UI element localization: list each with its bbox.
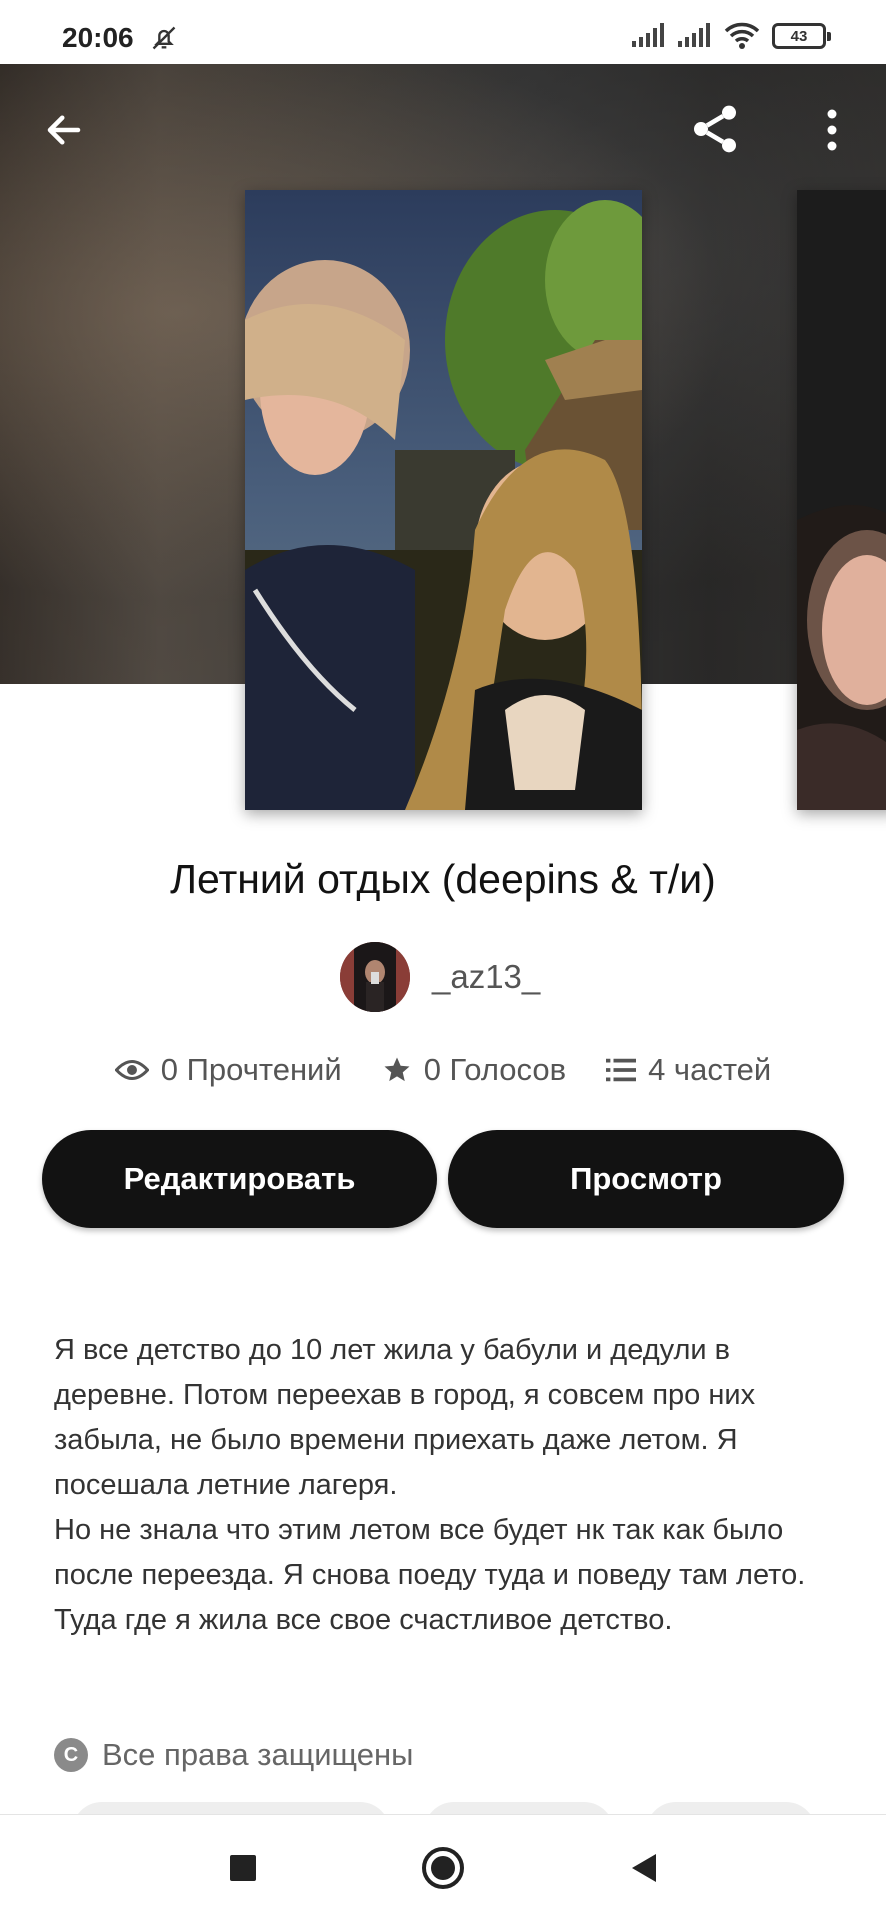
- battery-icon: 43: [772, 23, 831, 49]
- share-button[interactable]: [684, 98, 746, 160]
- author-name[interactable]: _az13_: [432, 958, 540, 996]
- more-vertical-icon: [827, 109, 837, 151]
- copyright-row: C Все права защищены: [54, 1737, 413, 1773]
- status-time: 20:06: [62, 22, 134, 53]
- signal-icon: [678, 23, 710, 47]
- recents-button[interactable]: [213, 1838, 273, 1898]
- parts-count: 4 частей: [648, 1052, 772, 1087]
- wifi-icon: [724, 22, 760, 49]
- story-cover-image[interactable]: [245, 190, 642, 810]
- author-row[interactable]: _az13_: [340, 942, 540, 1012]
- reads-stat: 0 Прочтений: [114, 1052, 342, 1088]
- back-button[interactable]: [38, 104, 90, 156]
- story-description: Я все детство до 10 лет жила у бабули и …: [54, 1334, 806, 1636]
- next-cover-image[interactable]: [797, 190, 886, 810]
- eye-icon: [114, 1059, 149, 1081]
- view-button[interactable]: Просмотр: [448, 1130, 844, 1228]
- votes-stat: 0 Голосов: [382, 1052, 566, 1088]
- list-icon: [606, 1058, 637, 1082]
- signal-icon: [632, 23, 664, 47]
- system-nav-bar: [0, 1814, 886, 1920]
- share-icon: [694, 105, 736, 153]
- star-icon: [384, 1057, 410, 1082]
- status-bar: 20:06 43: [0, 0, 886, 64]
- edit-button[interactable]: Редактировать: [42, 1130, 437, 1228]
- triangle-back-icon: [632, 1853, 656, 1882]
- copyright-icon: C: [54, 1738, 88, 1772]
- story-stats: 0 Прочтений 0 Голосов 4 частей: [0, 1052, 886, 1088]
- votes-count: 0 Голосов: [423, 1052, 567, 1087]
- more-options-button[interactable]: [812, 100, 852, 160]
- status-icons: 43: [632, 22, 831, 50]
- square-icon: [230, 1854, 256, 1881]
- avatar[interactable]: [340, 942, 410, 1012]
- parts-stat: 4 частей: [606, 1052, 771, 1088]
- back-nav-button[interactable]: [613, 1838, 673, 1898]
- circle-icon: [422, 1846, 464, 1889]
- arrow-left-icon: [47, 115, 81, 145]
- reads-count: 0 Прочтений: [160, 1052, 342, 1087]
- home-button[interactable]: [413, 1838, 473, 1898]
- story-title: Летний отдых (deepins & т/и): [170, 856, 716, 902]
- copyright-label: Все права защищены: [102, 1737, 414, 1772]
- bell-off-icon: [150, 24, 178, 57]
